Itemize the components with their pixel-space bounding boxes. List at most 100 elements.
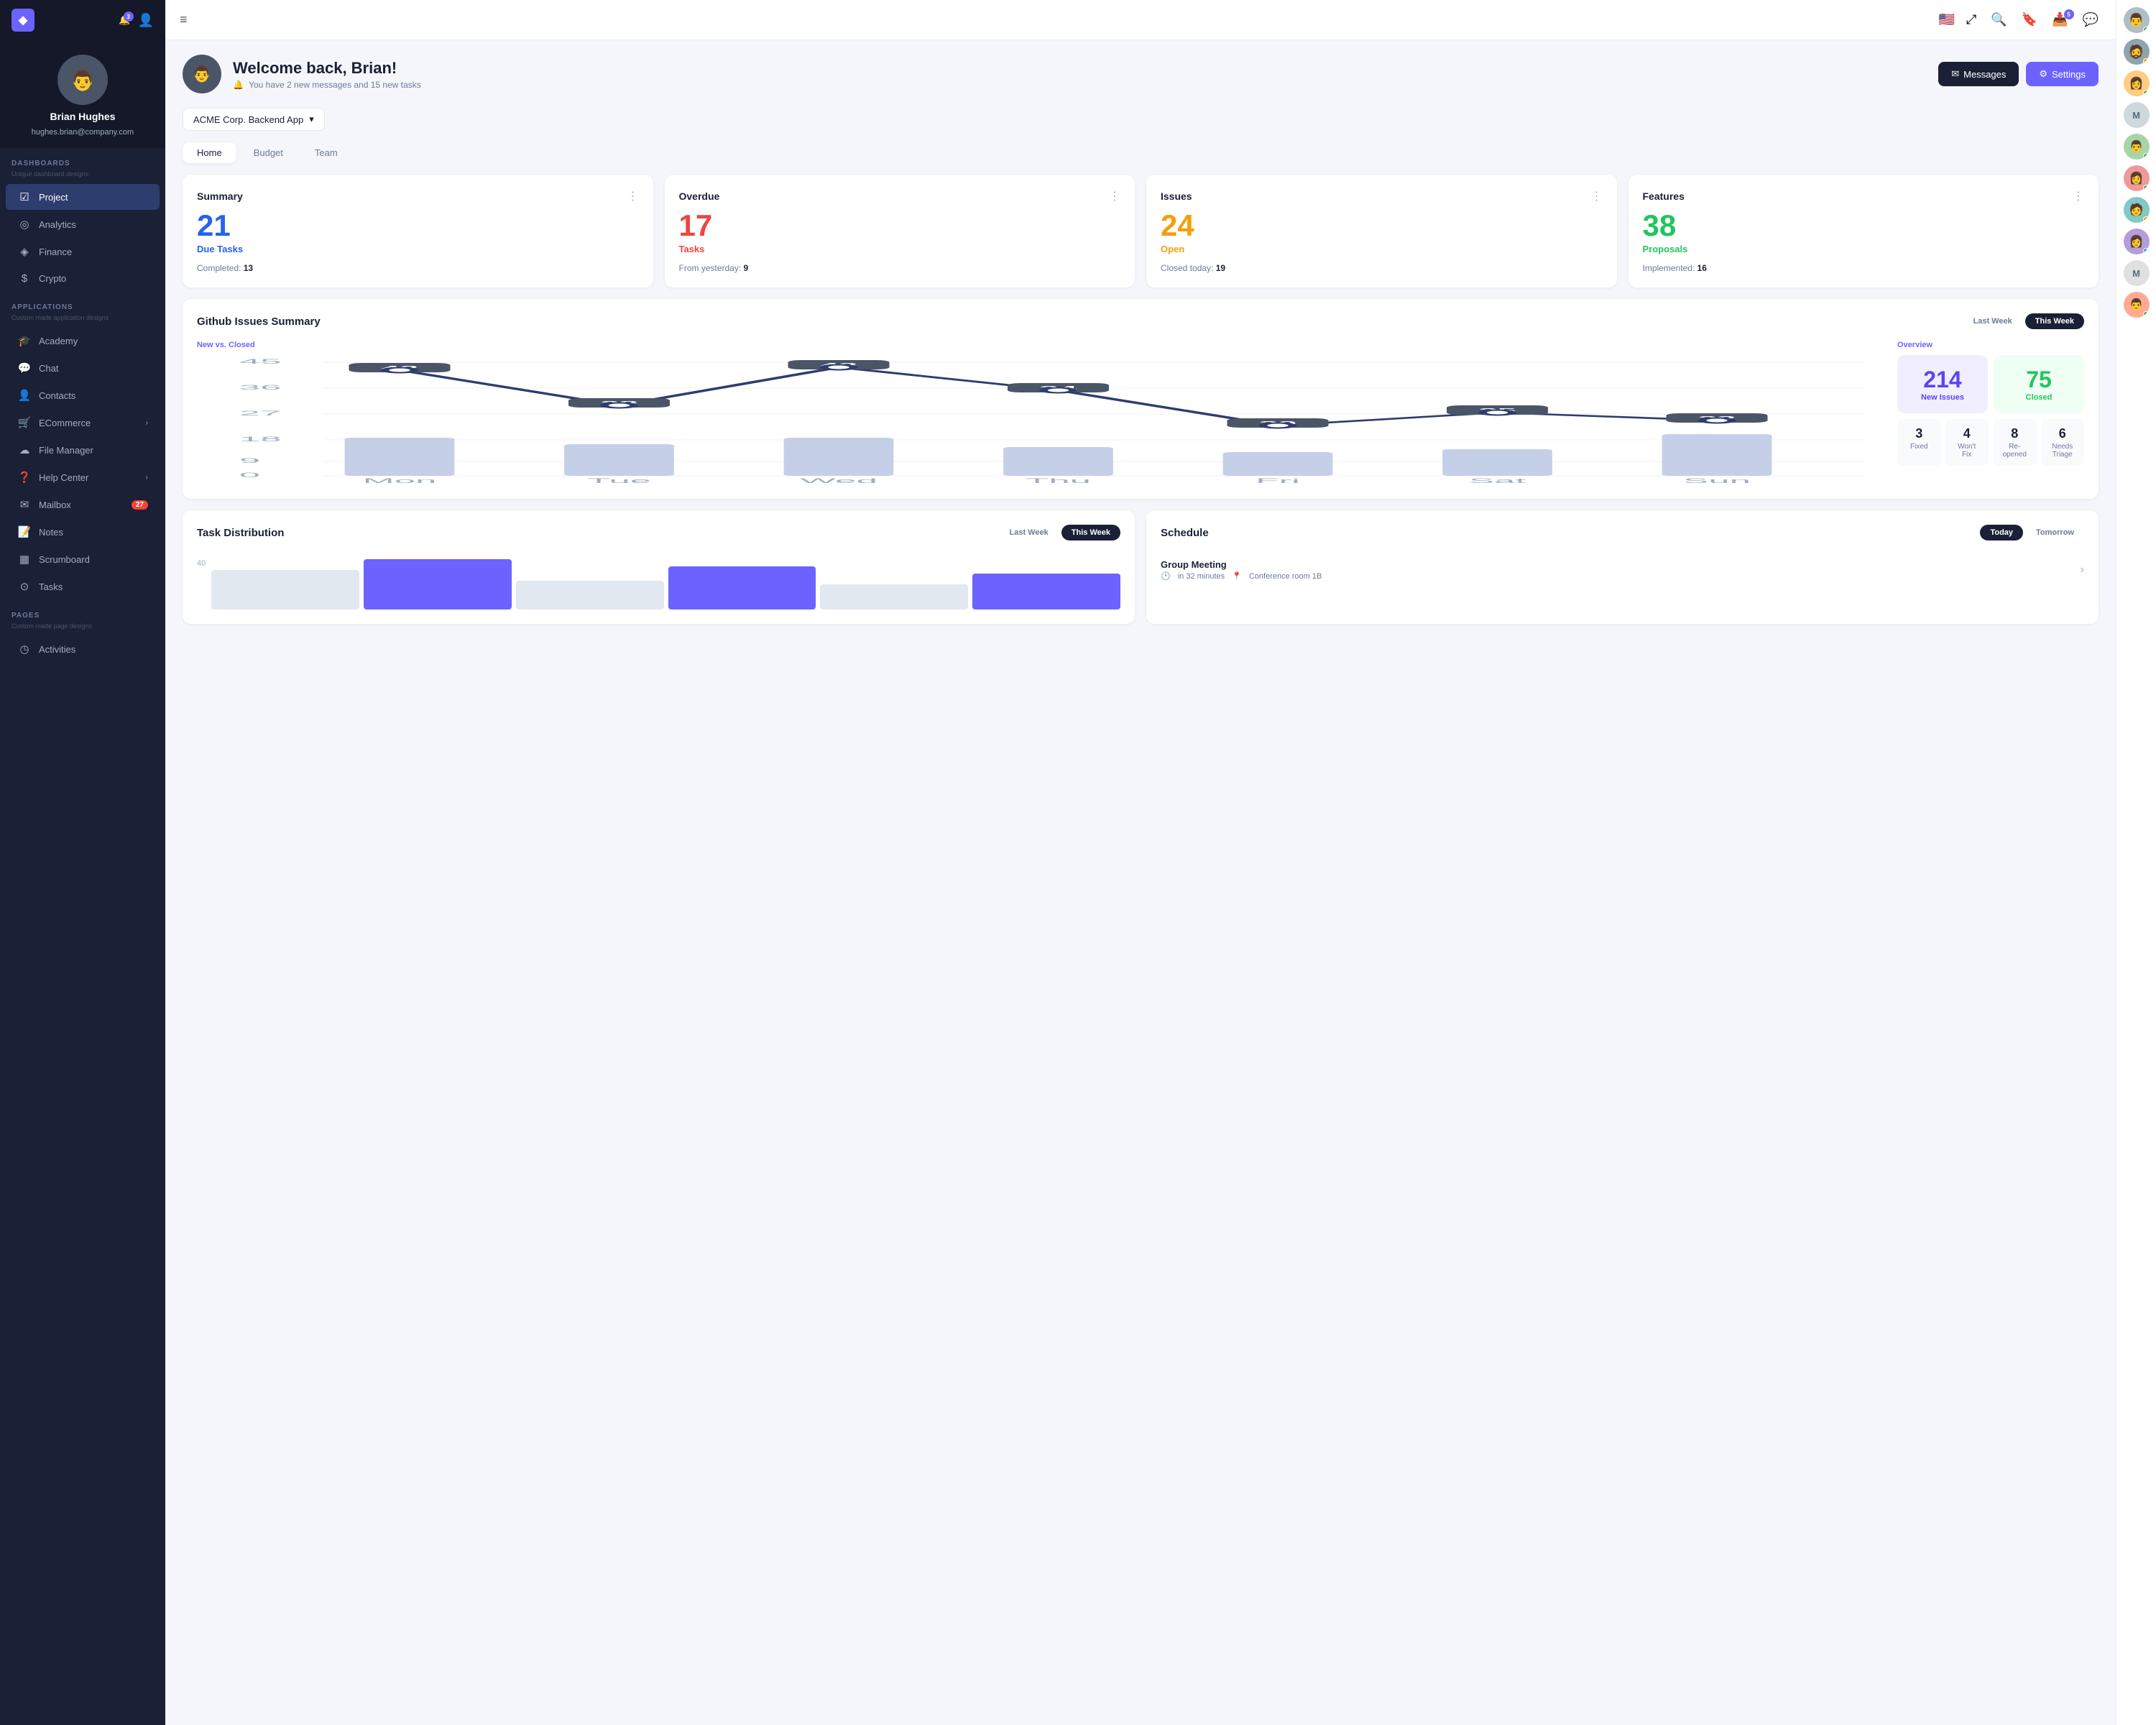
task-last-week-button[interactable]: Last Week xyxy=(1000,525,1059,540)
week-toggle: Last Week This Week xyxy=(1963,313,2084,329)
new-issues-label: New Issues xyxy=(1909,393,1976,402)
rail-avatar[interactable]: 👩 xyxy=(2124,229,2150,254)
cloud-icon: ☁ xyxy=(17,443,32,456)
summary-card-summary: Summary ⋮ 21 Due Tasks Completed: 13 xyxy=(183,175,653,288)
messages-button[interactable]: ✉ Messages xyxy=(1938,62,2019,86)
sidebar-item-project[interactable]: ☑ Project xyxy=(6,184,160,210)
sidebar-item-scrumboard[interactable]: ▦ Scrumboard xyxy=(6,546,160,572)
svg-text:45: 45 xyxy=(239,358,282,365)
fullscreen-icon[interactable]: ⤢ xyxy=(1966,12,1976,27)
online-dot xyxy=(2143,185,2149,190)
card-menu-icon[interactable]: ⋮ xyxy=(627,189,639,203)
svg-text:Tue: Tue xyxy=(587,477,651,484)
cart-badge: 5 xyxy=(2064,9,2074,19)
sidebar-item-finance[interactable]: ◈ Finance xyxy=(6,239,160,264)
online-dot xyxy=(2143,153,2149,159)
sidebar-item-ecommerce[interactable]: 🛒 ECommerce › xyxy=(6,410,160,436)
last-week-button[interactable]: Last Week xyxy=(1963,313,2022,329)
rail-avatar[interactable]: 👩 xyxy=(2124,70,2150,96)
chevron-right-icon[interactable]: › xyxy=(2081,564,2084,576)
sidebar-item-helpcenter[interactable]: ❓ Help Center › xyxy=(6,464,160,490)
tab-home[interactable]: Home xyxy=(183,142,236,163)
card-menu-icon[interactable]: ⋮ xyxy=(1591,189,1603,203)
away-dot xyxy=(2143,216,2149,222)
sidebar: ◆ 🔔 3 👤 👨 Brian Hughes hughes.brian@comp… xyxy=(0,0,165,1725)
github-section: Github Issues Summary Last Week This Wee… xyxy=(183,299,2099,499)
user-circle-icon[interactable]: 👤 xyxy=(138,13,154,28)
rail-avatar[interactable]: 🧑 xyxy=(2124,197,2150,223)
rail-avatar[interactable]: 👨 xyxy=(2124,134,2150,160)
github-content: New vs. Closed 45 36 27 18 9 0 xyxy=(197,341,2084,484)
welcome-subtitle: 🔔 You have 2 new messages and 15 new tas… xyxy=(233,80,424,90)
clock-icon: 🕐 xyxy=(1161,571,1171,581)
task-this-week-button[interactable]: This Week xyxy=(1061,525,1120,540)
svg-text:9: 9 xyxy=(239,457,260,464)
schedule-header: Schedule Today Tomorrow xyxy=(1161,525,2084,540)
header-actions: ✉ Messages ⚙ Settings xyxy=(1938,62,2099,86)
this-week-button[interactable]: This Week xyxy=(2025,313,2084,329)
center-column: ≡ 🇺🇸 ⤢ 🔍 🔖 📥 5 💬 👨 Welcome back, Brian! xyxy=(165,0,2116,1725)
mini-stat-label: Won't Fix xyxy=(1953,443,1982,459)
message-icon[interactable]: 💬 xyxy=(2083,12,2099,27)
rail-avatar-m2[interactable]: M xyxy=(2124,260,2150,286)
settings-button[interactable]: ⚙ Settings xyxy=(2026,62,2099,86)
chart-label: New vs. Closed xyxy=(197,341,1886,349)
card-number: 24 xyxy=(1161,211,1603,241)
sidebar-item-crypto[interactable]: $ Crypto xyxy=(6,266,160,291)
chart-area: New vs. Closed 45 36 27 18 9 0 xyxy=(197,341,1886,484)
rail-avatar[interactable]: 👩 xyxy=(2124,165,2150,191)
sidebar-item-contacts[interactable]: 👤 Contacts xyxy=(6,382,160,408)
task-distribution-section: Task Distribution Last Week This Week 40 xyxy=(183,510,1135,624)
sidebar-item-analytics[interactable]: ◎ Analytics xyxy=(6,211,160,237)
sidebar-item-academy[interactable]: 🎓 Academy xyxy=(6,328,160,354)
sidebar-item-filemanager[interactable]: ☁ File Manager xyxy=(6,437,160,463)
notification-icon[interactable]: 🔔 3 xyxy=(119,14,130,26)
sidebar-item-activities[interactable]: ◷ Activities xyxy=(6,636,160,662)
card-number: 21 xyxy=(197,211,639,241)
tab-budget[interactable]: Budget xyxy=(239,142,298,163)
overview-boxes: 214 New Issues 75 Closed xyxy=(1897,355,2084,413)
sidebar-item-chat[interactable]: 💬 Chat xyxy=(6,355,160,381)
card-sublabel: Due Tasks xyxy=(197,244,639,254)
hamburger-icon[interactable]: ≡ xyxy=(180,12,188,27)
sidebar-item-label: Notes xyxy=(39,527,63,538)
sidebar-item-notes[interactable]: 📝 Notes xyxy=(6,519,160,545)
today-button[interactable]: Today xyxy=(1980,525,2023,540)
flag-icon[interactable]: 🇺🇸 xyxy=(1938,12,1954,27)
bottom-row: Task Distribution Last Week This Week 40 xyxy=(183,510,2099,624)
search-icon[interactable]: 🔍 xyxy=(1991,12,2007,27)
activities-icon: ◷ xyxy=(17,643,32,656)
welcome-header: 👨 Welcome back, Brian! 🔔 You have 2 new … xyxy=(183,55,2099,93)
applications-sublabel: Custom made application designs xyxy=(0,314,165,327)
mini-stat-label: Fixed xyxy=(1904,443,1934,451)
svg-text:36: 36 xyxy=(239,384,282,391)
summary-card-features: Features ⋮ 38 Proposals Implemented: 16 xyxy=(1628,175,2099,288)
bookmark-icon[interactable]: 🔖 xyxy=(2022,12,2037,27)
rail-avatar[interactable]: 👨 xyxy=(2124,292,2150,318)
card-number: 38 xyxy=(1643,211,2085,241)
content-area: 👨 Welcome back, Brian! 🔔 You have 2 new … xyxy=(165,40,2116,1725)
online-dot xyxy=(2143,27,2149,32)
sidebar-item-label: Help Center xyxy=(39,472,88,483)
rail-avatar[interactable]: 🧔 xyxy=(2124,39,2150,65)
away-dot xyxy=(2143,58,2149,64)
project-selector[interactable]: ACME Corp. Backend App ▾ xyxy=(183,108,325,131)
rail-avatar[interactable]: 👨 xyxy=(2124,7,2150,33)
tomorrow-button[interactable]: Tomorrow xyxy=(2026,525,2084,540)
chat-icon: 💬 xyxy=(17,362,32,374)
tab-team[interactable]: Team xyxy=(300,142,352,163)
help-icon: ❓ xyxy=(17,471,32,484)
mail-icon: ✉ xyxy=(1951,68,1959,80)
rail-avatar-m[interactable]: M xyxy=(2124,102,2150,128)
card-menu-icon[interactable]: ⋮ xyxy=(2073,189,2084,203)
sidebar-item-mailbox[interactable]: ✉ Mailbox 27 xyxy=(6,492,160,518)
sidebar-item-tasks[interactable]: ⊙ Tasks xyxy=(6,574,160,599)
svg-text:0: 0 xyxy=(239,472,260,479)
overview-label: Overview xyxy=(1897,341,2084,349)
welcome-title: Welcome back, Brian! xyxy=(233,59,424,78)
card-meta: Completed: 13 xyxy=(197,263,639,273)
online-dot xyxy=(2143,90,2149,96)
card-menu-icon[interactable]: ⋮ xyxy=(1109,189,1120,203)
mini-stat-label: Re-opened xyxy=(2000,443,2030,459)
mini-stat-number: 8 xyxy=(2000,426,2030,441)
